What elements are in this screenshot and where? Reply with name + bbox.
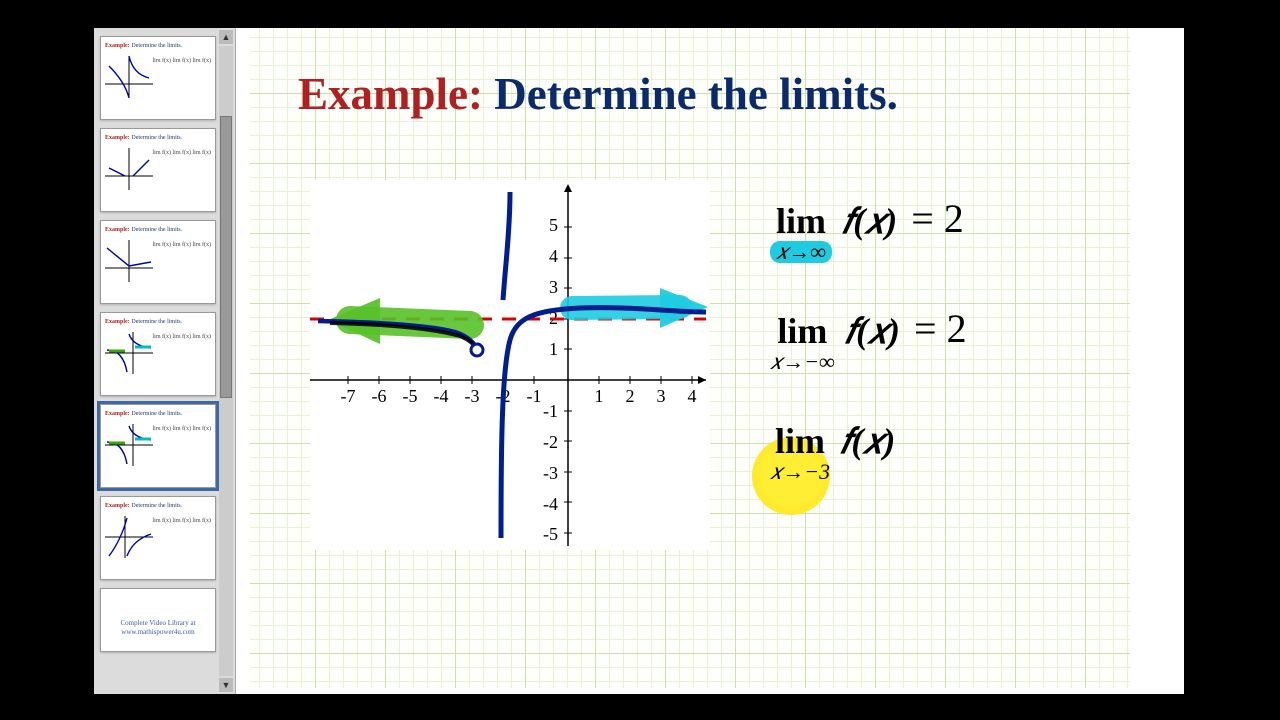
mini-graph [105, 239, 153, 282]
svg-text:-5: -5 [403, 386, 418, 406]
svg-text:-6: -6 [372, 386, 387, 406]
svg-text:4: 4 [688, 386, 697, 406]
slide-thumbnail[interactable]: Example: Determine the limits. lim f(x) … [100, 128, 216, 212]
lim-fx: 𝑓(𝑥) [842, 203, 897, 239]
svg-text:-4: -4 [434, 386, 449, 406]
svg-text:1: 1 [549, 339, 558, 359]
lim-symbol: lim [777, 313, 827, 349]
slide-thumbnail-current[interactable]: Example: Determine the limits. lim f(x) … [100, 404, 216, 488]
scroll-down-button[interactable]: ▼ [219, 678, 233, 692]
svg-text:-1: -1 [543, 401, 558, 421]
slide-heading: Example: Determine the limits. [298, 68, 898, 120]
presentation-viewer: ▲ ▼ Example: Determine the limits. lim f… [94, 28, 1184, 694]
lim-symbol: lim [775, 423, 825, 459]
slide-thumbnail[interactable]: Example: Determine the limits. lim f(x) … [100, 36, 216, 120]
curve-right-upper [503, 192, 510, 300]
svg-text:2: 2 [626, 386, 635, 406]
lim-approach: 𝑥→−∞ [770, 351, 835, 373]
svg-text:-3: -3 [465, 386, 480, 406]
svg-text:-7: -7 [341, 386, 356, 406]
svg-text:-3: -3 [543, 463, 558, 483]
scroll-up-button[interactable]: ▲ [219, 30, 233, 44]
svg-text:-4: -4 [543, 494, 558, 514]
limit-row: lim 𝑥→∞ 𝑓(𝑥) = 2 [770, 203, 1130, 263]
chevron-down-icon: ▼ [222, 680, 231, 690]
slide-thumbnail-panel: ▲ ▼ Example: Determine the limits. lim f… [94, 28, 236, 694]
svg-text:3: 3 [657, 386, 666, 406]
slide-thumbnail[interactable]: Example: Determine the limits. lim f(x) … [100, 496, 216, 580]
lim-fx: 𝑓(𝑥) [840, 423, 895, 459]
mini-graph [105, 331, 153, 374]
lim-approach: 𝑥→∞ [770, 241, 832, 263]
slide-viewport: Example: Determine the limits. -7 -6 [250, 28, 1184, 694]
heading-lead: Example: [298, 69, 483, 119]
footer-text: Complete Video Library at www.mathispowe… [101, 619, 215, 637]
limit-row: lim 𝑥→−∞ 𝑓(𝑥) = 2 [770, 313, 1130, 373]
lim-answer: = 2 [911, 199, 964, 239]
mini-graph [105, 515, 153, 558]
lim-answer: = 2 [914, 309, 967, 349]
lim-symbol: lim [776, 203, 826, 239]
heading-rest: Determine the limits. [494, 69, 898, 119]
svg-text:3: 3 [549, 277, 558, 297]
svg-text:-2: -2 [543, 432, 558, 452]
chevron-up-icon: ▲ [222, 32, 231, 42]
mini-graph [105, 55, 153, 98]
slide-thumbnail[interactable]: Complete Video Library at www.mathispowe… [100, 588, 216, 652]
open-endpoint [471, 344, 483, 356]
x-axis-ticks: -7 -6 -5 -4 -3 -2 -1 1 2 3 4 [341, 386, 697, 406]
slide-thumbnail[interactable]: Example: Determine the limits. lim f(x) … [100, 220, 216, 304]
scrollbar-thumb[interactable] [220, 116, 232, 398]
scrollbar-track[interactable] [219, 46, 233, 676]
svg-text:1: 1 [595, 386, 604, 406]
mini-graph [105, 423, 153, 466]
lim-fx: 𝑓(𝑥) [845, 313, 900, 349]
svg-text:5: 5 [549, 215, 558, 235]
limit-row: lim 𝑥→−3 𝑓(𝑥) [770, 423, 1130, 483]
lim-approach: 𝑥→−3 [770, 461, 830, 483]
limits-list: lim 𝑥→∞ 𝑓(𝑥) = 2 lim 𝑥→−∞ 𝑓(𝑥) = 2 [770, 203, 1130, 533]
slide-thumbnail[interactable]: Example: Determine the limits. lim f(x) … [100, 312, 216, 396]
svg-text:-1: -1 [527, 386, 542, 406]
curve-right-branch [501, 308, 706, 538]
mini-graph [105, 147, 153, 190]
function-graph: -7 -6 -5 -4 -3 -2 -1 1 2 3 4 1 [310, 180, 710, 550]
slide: Example: Determine the limits. -7 -6 [250, 28, 1130, 688]
svg-text:-5: -5 [543, 524, 558, 544]
svg-text:4: 4 [549, 246, 558, 266]
